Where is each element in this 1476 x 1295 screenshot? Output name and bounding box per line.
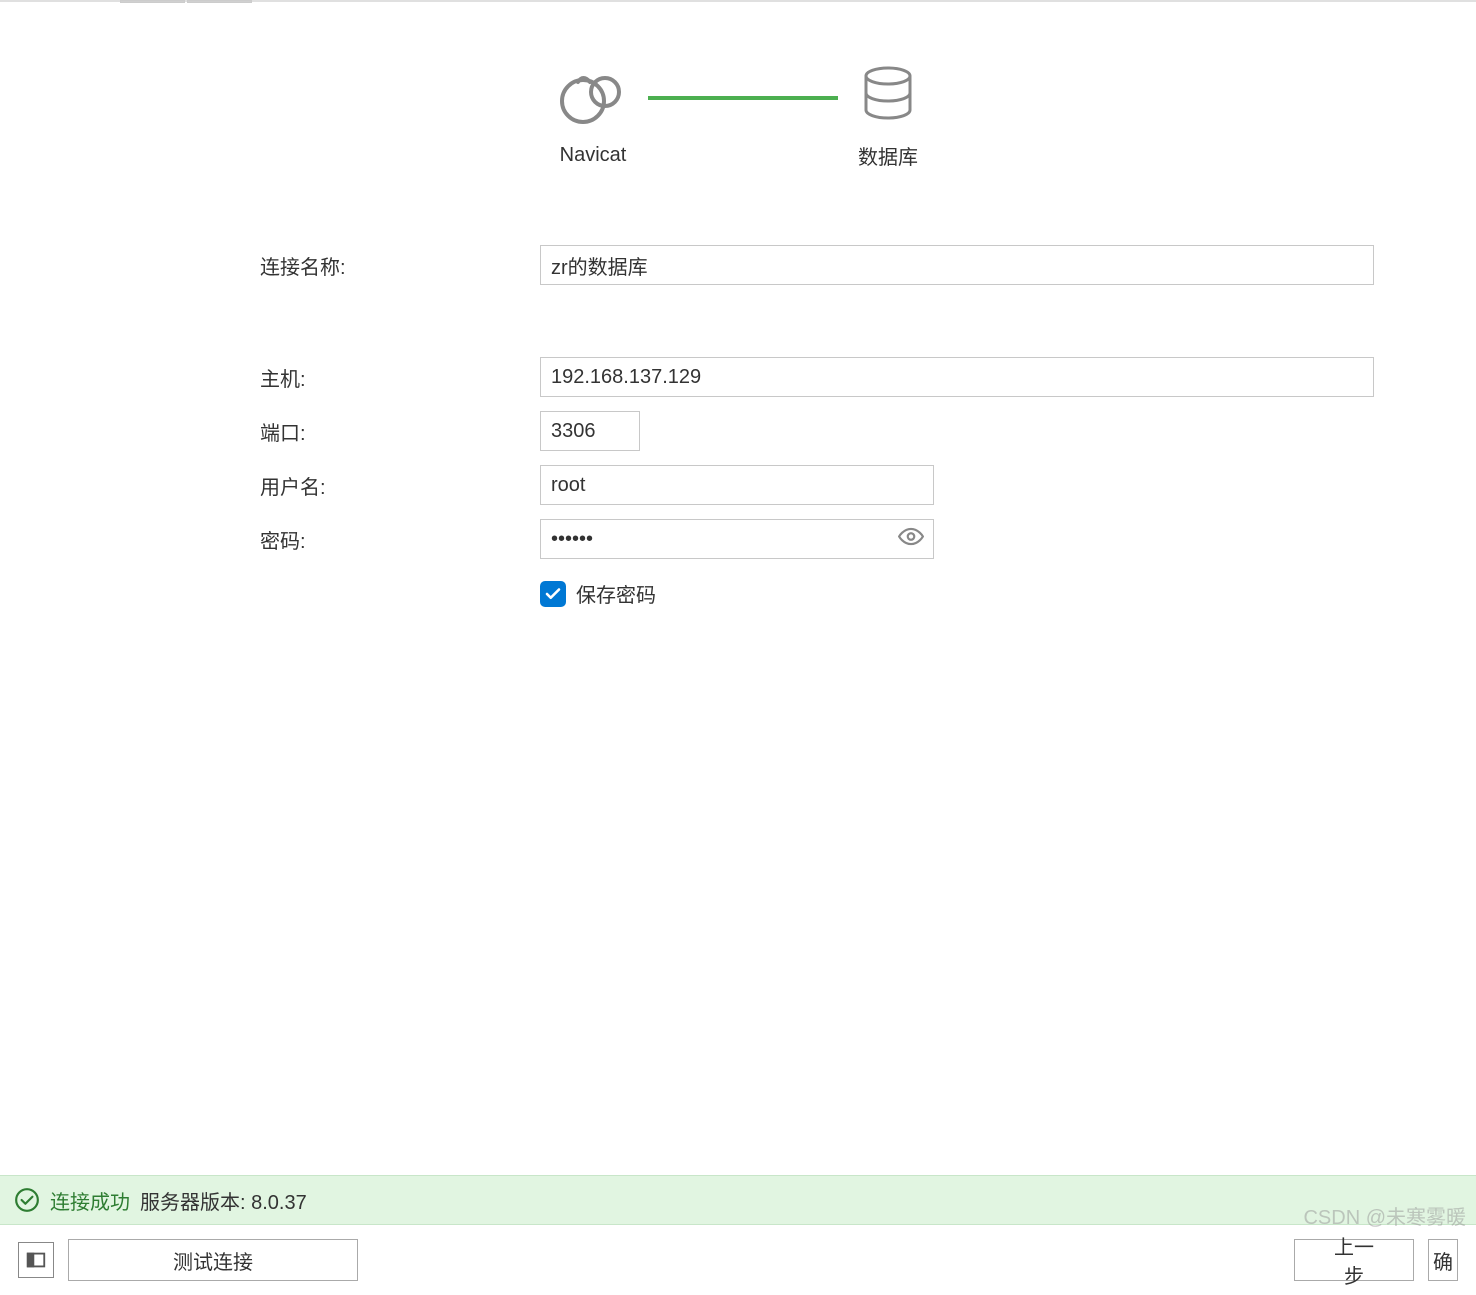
port-label: 端口: bbox=[260, 417, 540, 446]
host-row: 主机: bbox=[260, 357, 1416, 397]
connection-name-row: 连接名称: bbox=[260, 245, 1416, 285]
test-connection-button[interactable]: 测试连接 bbox=[68, 1239, 358, 1281]
connection-form: 连接名称: 主机: 端口: 用户名: 密码: 保存密 bbox=[260, 245, 1416, 608]
database-column: 数据库 bbox=[858, 65, 918, 170]
ok-button[interactable]: 确 bbox=[1428, 1239, 1458, 1281]
host-input[interactable] bbox=[540, 357, 1374, 397]
username-input[interactable] bbox=[540, 465, 934, 505]
top-tabs bbox=[120, 0, 252, 3]
right-button-group: 上一步 确 bbox=[1294, 1239, 1458, 1281]
save-password-label: 保存密码 bbox=[576, 579, 656, 608]
connector-line bbox=[648, 96, 838, 100]
prev-step-button[interactable]: 上一步 bbox=[1294, 1239, 1414, 1281]
password-label: 密码: bbox=[260, 525, 540, 554]
navicat-icon bbox=[558, 68, 628, 124]
navicat-label: Navicat bbox=[560, 144, 627, 167]
panel-toggle-button[interactable] bbox=[18, 1242, 54, 1278]
host-label: 主机: bbox=[260, 363, 540, 392]
port-row: 端口: bbox=[260, 411, 1416, 451]
status-version-text: 服务器版本: 8.0.37 bbox=[140, 1186, 307, 1215]
username-label: 用户名: bbox=[260, 471, 540, 500]
connection-name-label: 连接名称: bbox=[260, 251, 540, 280]
port-input[interactable] bbox=[540, 411, 640, 451]
navicat-column: Navicat bbox=[558, 68, 628, 167]
password-input[interactable] bbox=[540, 519, 934, 559]
database-icon bbox=[860, 65, 916, 121]
save-password-row: 保存密码 bbox=[540, 579, 1416, 608]
database-label: 数据库 bbox=[858, 141, 918, 170]
connection-name-input[interactable] bbox=[540, 245, 1374, 285]
bottom-toolbar: 测试连接 上一步 确 bbox=[0, 1225, 1476, 1295]
username-row: 用户名: bbox=[260, 465, 1416, 505]
status-bar: 连接成功 服务器版本: 8.0.37 bbox=[0, 1175, 1476, 1225]
save-password-checkbox[interactable] bbox=[540, 581, 566, 607]
connection-diagram: Navicat 数据库 bbox=[0, 65, 1476, 170]
status-success-text: 连接成功 bbox=[50, 1186, 130, 1215]
success-check-icon bbox=[14, 1187, 40, 1213]
show-password-icon[interactable] bbox=[898, 524, 924, 555]
top-tab[interactable] bbox=[120, 0, 185, 3]
top-tab[interactable] bbox=[187, 0, 252, 3]
panel-icon bbox=[25, 1249, 47, 1271]
password-row: 密码: bbox=[260, 519, 1416, 559]
